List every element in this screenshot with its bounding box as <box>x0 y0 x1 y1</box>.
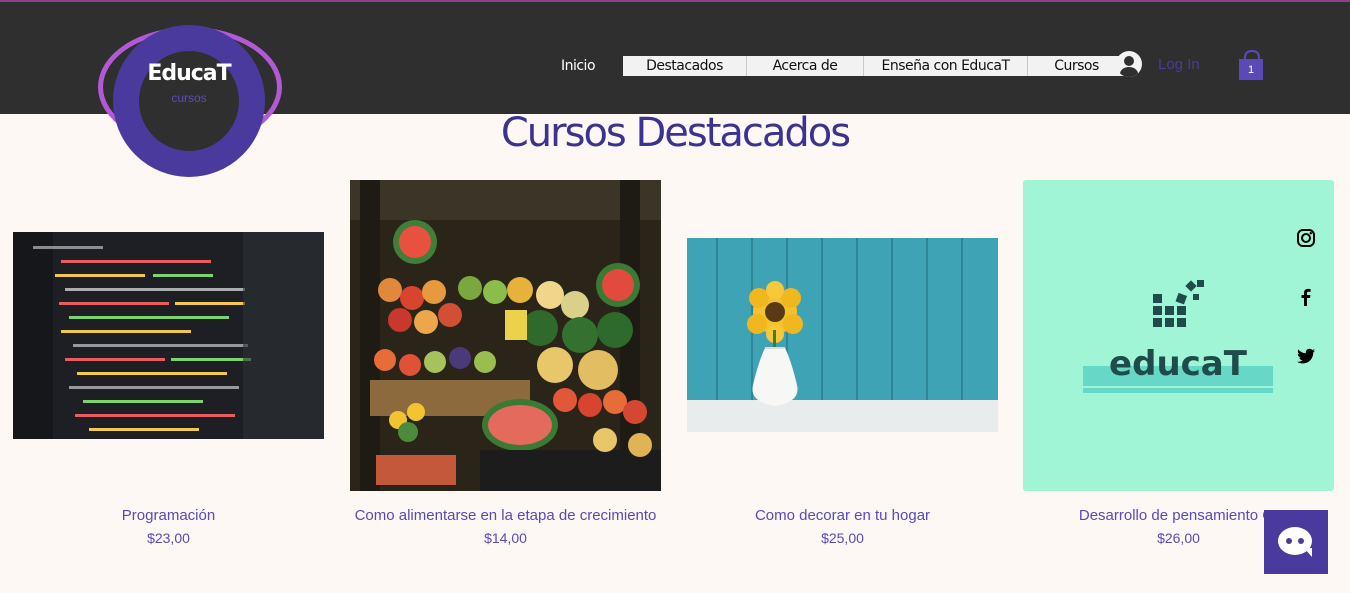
cart-count: 1 <box>1239 59 1263 80</box>
nav-item-cursos[interactable]: Cursos <box>1028 56 1126 76</box>
cart-button[interactable]: 1 <box>1237 48 1265 82</box>
product-price: $25,00 <box>821 530 864 546</box>
twitter-icon[interactable] <box>1296 346 1316 366</box>
instagram-icon[interactable] <box>1296 228 1316 248</box>
product-image-code[interactable] <box>13 180 324 491</box>
site-logo[interactable]: EducaT cursos <box>98 25 284 177</box>
main-nav: Inicio Destacados Acerca de Enseña con E… <box>533 56 1126 76</box>
logo-brand-text: EducaT <box>147 61 231 86</box>
nav-item-inicio[interactable]: Inicio <box>533 56 623 76</box>
product-name[interactable]: Programación <box>13 507 324 524</box>
product-image-educat[interactable]: educaT <box>1023 180 1334 491</box>
nav-item-destacados[interactable]: Destacados <box>623 56 747 76</box>
avatar-icon <box>1116 51 1142 77</box>
chat-button[interactable] <box>1264 510 1328 574</box>
nav-item-ensena[interactable]: Enseña con EducaT <box>864 56 1028 76</box>
product-image-fruit-stand[interactable] <box>350 180 661 491</box>
product-price: $14,00 <box>484 530 527 546</box>
educat-logo-text: educaT <box>1109 344 1248 384</box>
logo-sub-text: cursos <box>171 91 207 105</box>
product-image-sunflower-vase[interactable] <box>687 180 998 491</box>
nav-item-acerca-de[interactable]: Acerca de <box>747 56 864 76</box>
product-name[interactable]: Como alimentarse en la etapa de crecimie… <box>350 507 661 524</box>
product-name[interactable]: Como decorar en tu hogar <box>687 507 998 524</box>
login-button[interactable]: Log In <box>1116 51 1200 77</box>
product-price: $23,00 <box>147 530 190 546</box>
facebook-icon[interactable] <box>1296 287 1316 307</box>
login-label: Log In <box>1158 55 1200 73</box>
